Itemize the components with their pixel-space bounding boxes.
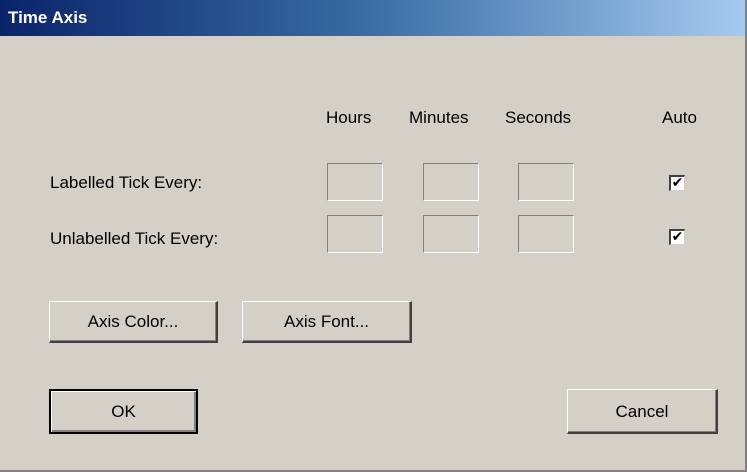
unlabelled-tick-seconds-input[interactable] [518,215,574,253]
axis-font-button[interactable]: Axis Font... [242,301,412,343]
column-header-minutes: Minutes [409,108,469,127]
cancel-button[interactable]: Cancel [567,389,718,434]
time-axis-dialog: Time Axis Hours Minutes Seconds Auto Lab… [0,0,747,472]
labelled-tick-seconds-input[interactable] [518,163,574,201]
column-header-seconds: Seconds [505,108,572,127]
column-header-auto: Auto [662,108,697,127]
checkmark-icon: ✔ [671,175,684,191]
axis-font-button-label: Axis Font... [283,312,370,331]
ok-button-label: OK [111,402,136,421]
labelled-tick-hours-input[interactable] [327,163,383,201]
column-header-hours: Hours [326,108,372,127]
unlabelled-tick-auto-checkbox[interactable]: ✔ [669,229,685,245]
labelled-tick-auto-checkbox[interactable]: ✔ [669,175,685,191]
labelled-tick-label: Labelled Tick Every: [50,173,203,192]
labelled-tick-minutes-input[interactable] [423,163,479,201]
title-bar[interactable]: Time Axis [0,0,745,36]
dialog-title: Time Axis [8,8,88,27]
axis-color-button-label: Axis Color... [87,312,179,331]
unlabelled-tick-hours-input[interactable] [327,215,383,253]
axis-color-button[interactable]: Axis Color... [49,301,218,343]
ok-button[interactable]: OK [49,389,198,434]
unlabelled-tick-minutes-input[interactable] [423,215,479,253]
cancel-button-label: Cancel [615,402,669,421]
unlabelled-tick-label: Unlabelled Tick Every: [50,229,219,248]
checkmark-icon: ✔ [671,229,684,245]
